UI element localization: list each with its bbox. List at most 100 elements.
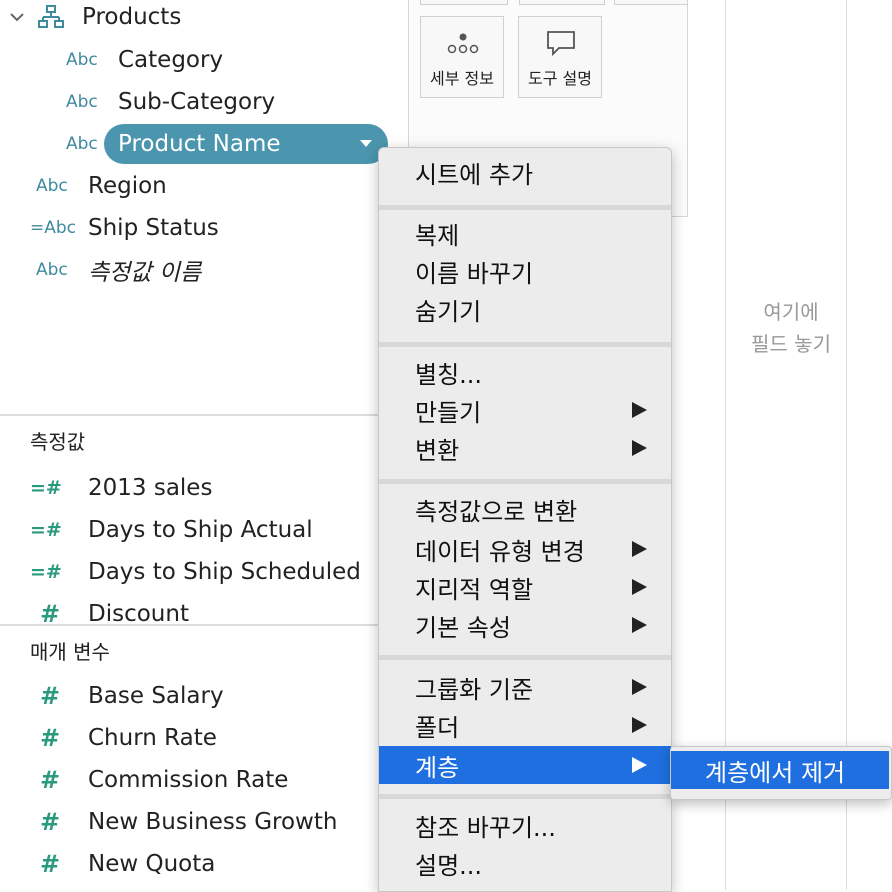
field-label: Category: [118, 47, 224, 73]
menu-separator: [379, 794, 671, 799]
number-icon: #: [40, 808, 61, 836]
menu-item-aliases[interactable]: 별칭...: [379, 353, 671, 391]
field-label: Ship Status: [88, 215, 219, 241]
menu-item-transform[interactable]: 변환: [379, 429, 671, 467]
menu-item-label: 기본 속성: [415, 613, 511, 642]
measure-2013-sales[interactable]: =# 2013 sales: [30, 469, 212, 507]
parameter-base-salary[interactable]: # Base Salary: [40, 677, 224, 715]
detail-icon: [447, 33, 479, 54]
field-label: Product Name: [118, 131, 281, 157]
menu-item-add-to-sheet[interactable]: 시트에 추가: [379, 153, 671, 191]
menu-item-label: 참조 바꾸기...: [415, 813, 556, 842]
menu-item-hierarchy[interactable]: 계층: [379, 746, 671, 784]
menu-item-change-data-type[interactable]: 데이터 유형 변경: [379, 530, 671, 568]
section-divider: [0, 624, 378, 626]
measure-days-to-ship-scheduled[interactable]: =# Days to Ship Scheduled: [30, 553, 361, 591]
menu-item-label: 측정값으로 변환: [415, 497, 578, 526]
menu-item-hide[interactable]: 숨기기: [379, 290, 671, 328]
menu-item-label: 폴더: [415, 713, 460, 742]
abc-type-icon: Abc: [36, 176, 68, 196]
field-label: Base Salary: [88, 683, 224, 709]
abc-type-icon: Abc: [66, 92, 98, 112]
calculated-abc-type-icon: =Abc: [30, 218, 77, 238]
field-ship-status[interactable]: =Abc Ship Status: [30, 209, 219, 247]
menu-item-describe[interactable]: 설명...: [379, 844, 671, 882]
menu-item-group-by[interactable]: 그룹화 기준: [379, 668, 671, 706]
abc-type-icon: Abc: [36, 260, 68, 280]
menu-separator: [379, 655, 671, 660]
section-divider: [0, 414, 378, 416]
menu-item-folders[interactable]: 폴더: [379, 706, 671, 744]
parameter-new-business-growth[interactable]: # New Business Growth: [40, 803, 337, 841]
field-product-name-type: Abc: [66, 125, 104, 163]
tooltip-label: 도구 설명: [528, 69, 592, 88]
field-measure-names[interactable]: Abc 측정값 이름: [36, 251, 201, 289]
speech-bubble-icon: [547, 31, 575, 57]
menu-item-replace-references[interactable]: 참조 바꾸기...: [379, 806, 671, 844]
parameter-commission-rate[interactable]: # Commission Rate: [40, 761, 288, 799]
menu-item-label: 숨기기: [415, 297, 482, 326]
field-sub-category[interactable]: Abc Sub-Category: [66, 83, 275, 121]
field-label: Days to Ship Scheduled: [88, 559, 361, 585]
field-label: New Business Growth: [88, 809, 338, 835]
menu-item-rename[interactable]: 이름 바꾸기: [379, 252, 671, 290]
caret-down-icon[interactable]: [360, 140, 372, 147]
menu-item-remove-from-hierarchy[interactable]: 계층에서 제거: [671, 751, 889, 789]
menu-item-label: 별칭...: [415, 360, 483, 389]
detail-button[interactable]: 세부 정보: [420, 16, 504, 98]
field-label: New Quota: [88, 851, 216, 877]
measures-section-title: 측정값: [30, 430, 86, 454]
parameter-churn-rate[interactable]: # Churn Rate: [40, 719, 217, 757]
calculated-number-icon: =#: [30, 519, 62, 541]
dropzone-line1: 여기에: [763, 300, 819, 324]
menu-item-label: 계층에서 제거: [705, 758, 846, 787]
hierarchy-products[interactable]: Products: [8, 0, 181, 36]
field-label: Sub-Category: [118, 89, 276, 115]
detail-label: 세부 정보: [430, 69, 494, 88]
mark-button-partial[interactable]: [614, 0, 688, 5]
chevron-down-icon[interactable]: [8, 8, 26, 26]
menu-item-label: 복제: [415, 221, 460, 250]
field-region[interactable]: Abc Region: [36, 167, 167, 205]
menu-item-label: 데이터 유형 변경: [415, 537, 585, 566]
menu-item-label: 만들기: [415, 398, 482, 427]
menu-separator: [379, 205, 671, 210]
mark-button-partial[interactable]: [519, 0, 605, 5]
parameters-section-title: 매개 변수: [30, 640, 110, 664]
menu-item-default-properties[interactable]: 기본 속성: [379, 606, 671, 644]
menu-item-create[interactable]: 만들기: [379, 391, 671, 429]
mark-button-partial[interactable]: [420, 0, 508, 5]
menu-separator: [379, 342, 671, 347]
field-label: 2013 sales: [88, 475, 213, 501]
menu-item-label: 설명...: [415, 851, 483, 880]
submenu-arrow-icon: [632, 757, 647, 773]
tooltip-button[interactable]: 도구 설명: [518, 16, 602, 98]
calculated-number-icon: =#: [30, 477, 62, 499]
dropzone-line2: 필드 놓기: [751, 332, 831, 356]
submenu-arrow-icon: [632, 679, 647, 695]
measure-discount[interactable]: # Discount: [40, 595, 189, 633]
menu-separator: [379, 479, 671, 484]
submenu-arrow-icon: [632, 440, 647, 456]
menu-item-geographic-role[interactable]: 지리적 역할: [379, 568, 671, 606]
submenu-arrow-icon: [632, 402, 647, 418]
menu-item-duplicate[interactable]: 복제: [379, 214, 671, 252]
menu-item-label: 지리적 역할: [415, 575, 534, 604]
abc-type-icon: Abc: [66, 50, 98, 70]
menu-item-label: 계층: [415, 753, 460, 782]
menu-item-label: 이름 바꾸기: [415, 259, 534, 288]
measure-days-to-ship-actual[interactable]: =# Days to Ship Actual: [30, 511, 313, 549]
field-label: Products: [82, 4, 182, 30]
menu-item-label: 시트에 추가: [415, 160, 534, 189]
field-category[interactable]: Abc Category: [66, 41, 223, 79]
field-product-name-pill[interactable]: Product Name: [104, 124, 388, 164]
menu-item-convert-to-measure[interactable]: 측정값으로 변환: [379, 490, 671, 528]
field-label: 측정값 이름: [88, 260, 202, 286]
data-pane: Products Abc Category Abc Sub-Category A…: [0, 0, 388, 890]
submenu-arrow-icon: [632, 579, 647, 595]
field-label: Region: [88, 173, 167, 199]
drop-field-here-zone[interactable]: 여기에 필드 놓기: [736, 296, 846, 360]
parameter-new-quota[interactable]: # New Quota: [40, 845, 215, 883]
abc-type-icon: Abc: [66, 134, 98, 154]
field-label: Churn Rate: [88, 725, 217, 751]
